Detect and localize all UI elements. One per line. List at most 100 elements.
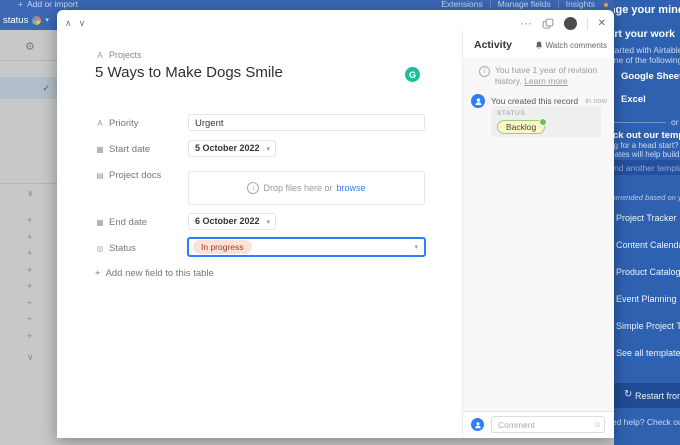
import-google-sheets-button[interactable]: Google Sheets [621, 71, 680, 82]
template-link-product-catalog[interactable]: Product Catalog [616, 267, 680, 277]
expanded-record-modal: ∧ ∨ ⋯ ✕ A Projects 5 Ways to Make Dogs S… [57, 10, 614, 438]
avatar [471, 418, 484, 431]
find-template-input[interactable]: Find another template [614, 160, 680, 175]
plus-icon[interactable]: + [27, 298, 32, 308]
restart-icon: ↻ [624, 389, 633, 400]
onboarding-body: Get started with Airtable using [614, 45, 680, 55]
browse-link[interactable]: browse [337, 183, 366, 193]
divider [557, 1, 559, 8]
plus-icon[interactable]: + [27, 215, 32, 225]
file-icon: ▤ [96, 171, 104, 180]
divider [489, 1, 491, 8]
change-dot-icon [539, 118, 548, 126]
notification-dot [604, 2, 608, 7]
or-label: or [671, 117, 679, 127]
template-link-event-planning[interactable]: Event Planning [616, 294, 677, 304]
learn-more-link[interactable]: Learn more [524, 76, 567, 86]
check-icon: ✓ [42, 83, 50, 93]
chevron-down-icon: ▾ [414, 244, 418, 251]
chevron-down-icon: ▾ [266, 219, 270, 226]
template-link-simple-project-tracker[interactable]: Simple Project Tracker [616, 321, 680, 331]
primary-field-label: A Projects [95, 50, 141, 60]
add-or-import-button[interactable]: + Add or import [18, 0, 78, 9]
plus-icon[interactable]: + [27, 314, 32, 324]
divider [614, 122, 666, 123]
plus-icon: + [18, 0, 23, 9]
activity-title: Activity [474, 39, 512, 51]
add-field-button[interactable]: + Add new field to this table [95, 268, 214, 279]
plus-icon[interactable]: + [27, 281, 32, 291]
grammarly-icon[interactable]: G [405, 67, 420, 82]
comments-toggle-icon[interactable] [563, 17, 577, 30]
info-icon: i [479, 66, 490, 77]
onboarding-body: one of the following templates [614, 55, 680, 65]
plus-icon: + [95, 268, 101, 279]
emoji-icon[interactable]: ☺ [593, 420, 602, 429]
onboarding-heading: Change your mind? [614, 4, 680, 16]
insights-button[interactable]: Insights [566, 0, 595, 9]
template-link-project-tracker[interactable]: Project Tracker [616, 213, 677, 223]
status-select[interactable]: In progress ▾ [187, 237, 426, 257]
plus-icon[interactable]: + [27, 232, 32, 242]
extensions-button[interactable]: Extensions [441, 0, 483, 9]
gear-icon[interactable]: ⚙ [25, 40, 35, 53]
status-field-icon [32, 15, 42, 25]
attachment-dropzone[interactable]: ↓ Drop files here or browse [188, 171, 425, 205]
see-all-templates-link[interactable]: See all templates [616, 348, 680, 358]
copy-link-icon[interactable] [542, 18, 554, 30]
status-field-icon: ◎ [96, 244, 104, 253]
recommended-label: Recommended based on your use case [614, 193, 680, 202]
text-field-icon: A [97, 119, 103, 128]
divider [0, 183, 57, 184]
activity-feed: i You have 1 year of revision history. L… [463, 58, 614, 412]
start-date-select[interactable]: 5 October 2022 ▾ [188, 140, 276, 157]
chevron-down-icon[interactable]: ∨ [27, 352, 34, 362]
next-record-icon[interactable]: ∨ [79, 18, 86, 29]
chevron-down-icon[interactable]: ∨ [27, 188, 34, 198]
activity-change-card: STATUS Backlog [491, 106, 601, 137]
activity-entry-text: You created this record [491, 96, 579, 106]
activity-panel: Activity Watch comments i You have 1 yea… [462, 30, 614, 438]
divider [586, 17, 588, 30]
onboarding-subheading: Start your work [614, 28, 676, 40]
text-field-icon: A [97, 50, 103, 60]
selected-view-row[interactable]: ✓ [0, 77, 57, 99]
left-sidebar: ⚙ ✓ ∨ + + + + + + + + ∨ [0, 30, 57, 445]
activity-entry: You created this record in now [491, 96, 607, 106]
chevron-down-icon: ▾ [45, 17, 49, 24]
field-label-project-docs: ▤ Project docs [96, 170, 162, 181]
app-screen: + Add or import Extensions Manage fields … [0, 0, 680, 445]
record-title-input[interactable]: 5 Ways to Make Dogs Smile [95, 64, 283, 81]
field-label-start-date: ▦ Start date [96, 144, 151, 155]
close-icon[interactable]: ✕ [598, 18, 606, 29]
template-link-content-calendar[interactable]: Content Calendar [616, 240, 680, 250]
person-icon [474, 421, 481, 428]
restart-button[interactable]: ↻ Restart from scratch [614, 383, 680, 408]
previous-record-icon[interactable]: ∧ [65, 18, 72, 29]
end-date-select[interactable]: 6 October 2022 ▾ [188, 213, 276, 230]
plus-icon[interactable]: + [27, 248, 32, 258]
onboarding-sidebar: Change your mind? Start your work Get st… [614, 0, 680, 445]
changed-field-label: STATUS [497, 110, 526, 117]
watch-comments-button[interactable]: Watch comments [535, 41, 607, 50]
comment-input[interactable] [491, 416, 605, 433]
group-by-status-button[interactable]: status ▾ [3, 12, 49, 28]
help-footer-link[interactable]: Need help? Check out our guides [614, 417, 680, 427]
import-excel-button[interactable]: Excel [621, 94, 646, 105]
more-options-icon[interactable]: ⋯ [521, 18, 532, 29]
activity-entry-time: in now [585, 96, 607, 105]
field-label-priority: A Priority [95, 118, 138, 129]
status-pill-backlog: Backlog [497, 118, 548, 134]
templates-body: templates will help build your base [614, 150, 680, 159]
person-icon [474, 97, 482, 105]
plus-icon[interactable]: + [27, 265, 32, 275]
download-circle-icon: ↓ [247, 182, 260, 194]
plus-icon[interactable]: + [27, 331, 32, 341]
manage-fields-button[interactable]: Manage fields [498, 0, 551, 9]
revision-notice: i You have 1 year of revision history. L… [479, 65, 608, 87]
bell-icon [535, 41, 542, 49]
field-label-end-date: ▦ End date [96, 217, 148, 228]
calendar-icon: ▦ [96, 145, 104, 154]
priority-input[interactable]: Urgent [188, 114, 425, 131]
toolbar-menu: Extensions Manage fields Insights [441, 0, 608, 9]
